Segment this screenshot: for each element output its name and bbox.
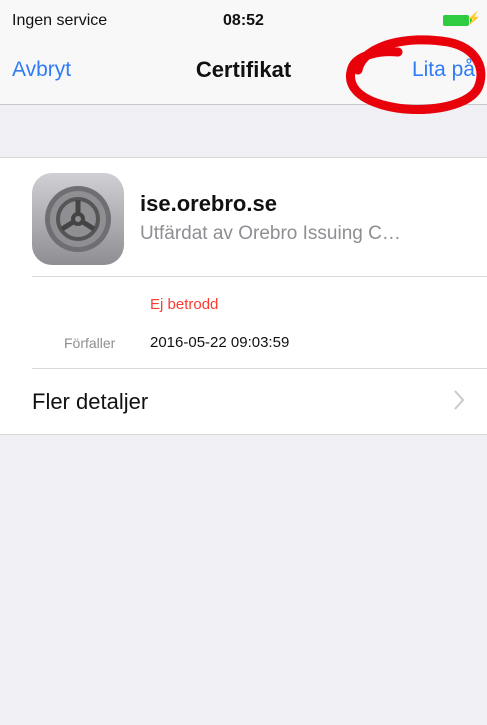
expires-value: 2016-05-22 09:03:59 bbox=[150, 334, 290, 351]
certificate-issuer: Utfärdat av Orebro Issuing C… bbox=[140, 223, 401, 244]
more-details-label: Fler detaljer bbox=[32, 389, 149, 414]
trust-button[interactable]: Lita på bbox=[412, 58, 475, 82]
chevron-right-icon bbox=[454, 390, 465, 410]
clock: 08:52 bbox=[223, 12, 264, 29]
certificate-name: ise.orebro.se bbox=[140, 191, 277, 216]
navigation-bar: Avbryt Certifikat Lita på bbox=[0, 40, 487, 105]
charging-icon: ⚡ bbox=[466, 11, 481, 25]
divider bbox=[32, 276, 487, 277]
trust-status-label: Ej betrodd bbox=[150, 296, 219, 313]
phone-screen: Ingen service 08:52 ⚡ Avbryt Certifikat … bbox=[0, 0, 487, 725]
certificate-card: ise.orebro.se Utfärdat av Orebro Issuing… bbox=[0, 157, 487, 435]
status-bar: Ingen service 08:52 ⚡ bbox=[0, 0, 487, 40]
expires-label: Förfaller bbox=[64, 335, 116, 351]
settings-gear-icon bbox=[32, 173, 124, 265]
more-details-row[interactable]: Fler detaljer bbox=[0, 369, 487, 434]
